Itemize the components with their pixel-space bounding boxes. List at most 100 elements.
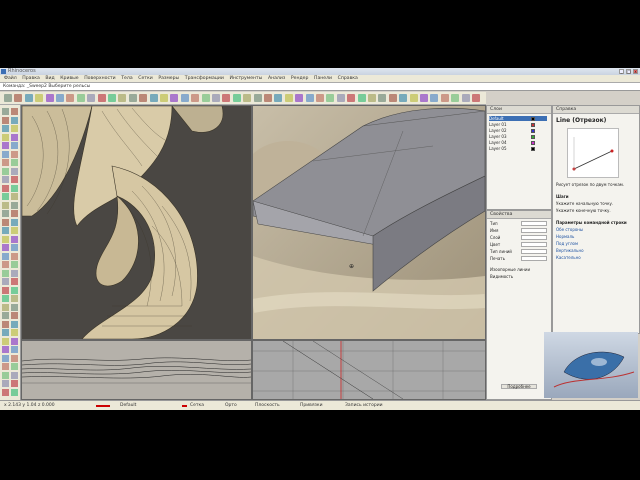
property-field[interactable] <box>521 242 547 247</box>
side-tool-icon[interactable] <box>11 235 18 243</box>
toolbar-tool-icon[interactable] <box>232 94 241 102</box>
toolbar-tool-icon[interactable] <box>243 94 252 102</box>
side-tool-icon[interactable] <box>2 252 9 260</box>
side-tool-icon[interactable] <box>11 218 18 226</box>
property-field[interactable] <box>521 256 547 261</box>
status-planar-toggle[interactable]: Плоскость <box>255 401 280 410</box>
toolbar-tool-icon[interactable] <box>378 94 387 102</box>
side-tool-icon[interactable] <box>2 244 9 251</box>
side-tool-icon[interactable] <box>2 176 9 183</box>
help-link[interactable]: Под углом <box>556 241 578 246</box>
toolbar-tool-icon[interactable] <box>128 94 137 102</box>
help-link[interactable]: Вертикально <box>556 248 584 253</box>
side-tool-icon[interactable] <box>2 312 9 319</box>
side-tool-icon[interactable] <box>2 346 9 353</box>
side-tool-icon[interactable] <box>11 193 18 200</box>
toolbar-tool-icon[interactable] <box>264 94 272 102</box>
side-tool-icon[interactable] <box>11 312 18 319</box>
toolbar-tool-icon[interactable] <box>14 94 23 102</box>
toolbar-tool-icon[interactable] <box>316 94 324 102</box>
side-tool-icon[interactable] <box>2 150 9 158</box>
side-tool-icon[interactable] <box>11 116 18 124</box>
side-tool-icon[interactable] <box>2 320 9 328</box>
toolbar-tool-icon[interactable] <box>108 94 116 102</box>
side-tool-icon[interactable] <box>2 337 9 345</box>
side-tool-icon[interactable] <box>2 142 9 149</box>
side-tool-icon[interactable] <box>11 363 18 370</box>
side-tool-icon[interactable] <box>2 380 9 387</box>
toolbar-tool-icon[interactable] <box>253 94 262 102</box>
side-tool-icon[interactable] <box>2 371 9 379</box>
layer-row[interactable]: Layer 01 <box>489 122 507 127</box>
side-tool-icon[interactable] <box>11 133 18 141</box>
toolbar-tool-icon[interactable] <box>139 94 148 102</box>
side-tool-icon[interactable] <box>2 278 9 285</box>
toolbar-tool-icon[interactable] <box>274 94 283 102</box>
toolbar-tool-icon[interactable] <box>149 94 158 102</box>
side-tool-icon[interactable] <box>11 125 18 132</box>
side-tool-icon[interactable] <box>2 269 9 277</box>
toolbar-tool-icon[interactable] <box>160 94 168 102</box>
side-tool-icon[interactable] <box>2 133 9 141</box>
toolbar-tool-icon[interactable] <box>409 94 418 102</box>
side-tool-icon[interactable] <box>11 346 18 353</box>
toolbar-tool-icon[interactable] <box>180 94 189 102</box>
menu-surface[interactable]: Поверхности <box>84 75 115 82</box>
help-link[interactable]: Нормаль <box>556 234 574 239</box>
toolbar-tool-icon[interactable] <box>45 94 54 102</box>
toolbar-tool-icon[interactable] <box>461 94 470 102</box>
side-tool-icon[interactable] <box>2 235 9 243</box>
minimize-icon[interactable]: _ <box>619 69 624 74</box>
side-tool-icon[interactable] <box>2 159 9 166</box>
toolbar-tool-icon[interactable] <box>212 94 220 102</box>
side-tool-icon[interactable] <box>11 108 18 115</box>
side-tool-icon[interactable] <box>11 252 18 260</box>
side-tool-icon[interactable] <box>2 184 9 192</box>
viewport-top[interactable] <box>21 105 252 340</box>
side-tool-icon[interactable] <box>11 380 18 387</box>
side-tool-icon[interactable] <box>2 218 9 226</box>
side-tool-icon[interactable] <box>2 108 9 115</box>
side-tool-icon[interactable] <box>2 295 9 302</box>
side-tool-icon[interactable] <box>2 201 9 209</box>
side-tool-icon[interactable] <box>2 210 9 217</box>
toolbar-tool-icon[interactable] <box>430 94 439 102</box>
side-tool-icon[interactable] <box>11 303 18 311</box>
details-button[interactable]: Подробнее <box>501 384 537 389</box>
viewport-perspective[interactable]: ⊕ <box>252 105 486 340</box>
layer-color-swatch[interactable] <box>531 135 535 139</box>
toolbar-tool-icon[interactable] <box>4 94 12 102</box>
command-line[interactable]: Команда: _Sweep2 Выберите рельсы <box>0 83 640 91</box>
menu-edit[interactable]: Правка <box>22 75 39 82</box>
toolbar-tool-icon[interactable] <box>201 94 210 102</box>
side-tool-icon[interactable] <box>11 201 18 209</box>
side-tool-icon[interactable] <box>11 184 18 192</box>
maximize-icon[interactable]: □ <box>626 69 631 74</box>
menu-render[interactable]: Рендер <box>291 75 309 82</box>
side-tool-icon[interactable] <box>11 371 18 379</box>
side-tool-icon[interactable] <box>2 125 9 132</box>
toolbar-tool-icon[interactable] <box>420 94 428 102</box>
side-tool-icon[interactable] <box>2 116 9 124</box>
layer-row[interactable]: Layer 04 <box>489 140 507 145</box>
property-field[interactable] <box>521 221 547 226</box>
close-icon[interactable]: x <box>633 69 638 74</box>
side-tool-icon[interactable] <box>11 269 18 277</box>
status-grid-toggle[interactable]: Сетка <box>190 401 204 410</box>
toolbar-tool-icon[interactable] <box>357 94 366 102</box>
status-osnap-toggle[interactable]: Привязки <box>300 401 323 410</box>
toolbar-tool-icon[interactable] <box>35 94 44 102</box>
side-tool-icon[interactable] <box>2 227 9 234</box>
status-ortho-toggle[interactable]: Орто <box>225 401 237 410</box>
side-tool-icon[interactable] <box>11 261 18 268</box>
toolbar-tool-icon[interactable] <box>66 94 75 102</box>
toolbar-tool-icon[interactable] <box>451 94 460 102</box>
toolbar-tool-icon[interactable] <box>118 94 127 102</box>
layer-color-swatch[interactable] <box>531 147 535 151</box>
toolbar-tool-icon[interactable] <box>399 94 408 102</box>
side-tool-icon[interactable] <box>2 261 9 268</box>
status-layer[interactable]: Default <box>120 401 136 410</box>
toolbar-tool-icon[interactable] <box>191 94 200 102</box>
menu-dimension[interactable]: Размеры <box>158 75 179 82</box>
layer-row[interactable]: Layer 05 <box>489 146 507 151</box>
